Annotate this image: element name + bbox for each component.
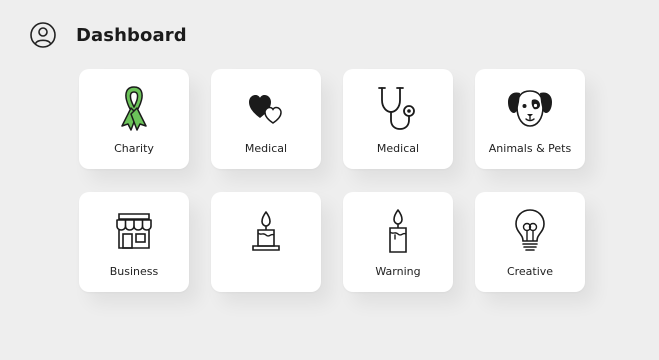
hearts-icon	[249, 95, 282, 124]
card-label: Medical	[376, 142, 420, 155]
awareness-ribbon-icon	[121, 86, 147, 131]
storefront-icon	[116, 213, 152, 249]
category-card-warning[interactable]: Warning	[343, 192, 453, 292]
icon-wrap	[343, 83, 453, 133]
user-avatar[interactable]	[28, 20, 58, 50]
category-card-creative[interactable]: Creative	[475, 192, 585, 292]
category-card-candle[interactable]	[211, 192, 321, 292]
icon-wrap	[79, 83, 189, 133]
icon-wrap	[211, 206, 321, 256]
category-card-medical-2[interactable]: Medical	[343, 69, 453, 169]
stethoscope-icon	[378, 87, 415, 130]
icon-wrap	[211, 83, 321, 133]
card-label: Creative	[506, 265, 554, 278]
dog-face-icon	[508, 90, 552, 127]
card-label: Business	[109, 265, 159, 278]
category-card-business[interactable]: Business	[79, 192, 189, 292]
icon-wrap	[79, 206, 189, 256]
card-label: Animals & Pets	[488, 142, 572, 155]
header: Dashboard	[28, 20, 187, 50]
icon-wrap	[343, 206, 453, 256]
icon-wrap	[475, 206, 585, 256]
category-card-medical[interactable]: Medical	[211, 69, 321, 169]
card-label: Medical	[244, 142, 288, 155]
category-card-animals-pets[interactable]: Animals & Pets	[475, 69, 585, 169]
candle-icon	[389, 209, 407, 253]
lightbulb-icon	[515, 209, 545, 251]
candle-icon	[252, 211, 280, 251]
user-circle-icon	[30, 22, 56, 48]
category-card-charity[interactable]: Charity	[79, 69, 189, 169]
page-title: Dashboard	[76, 24, 187, 46]
card-label: Charity	[114, 142, 154, 155]
card-label: Warning	[375, 265, 421, 278]
category-grid: Charity Medical Medical Animals & Pets B…	[79, 69, 585, 292]
icon-wrap	[475, 83, 585, 133]
